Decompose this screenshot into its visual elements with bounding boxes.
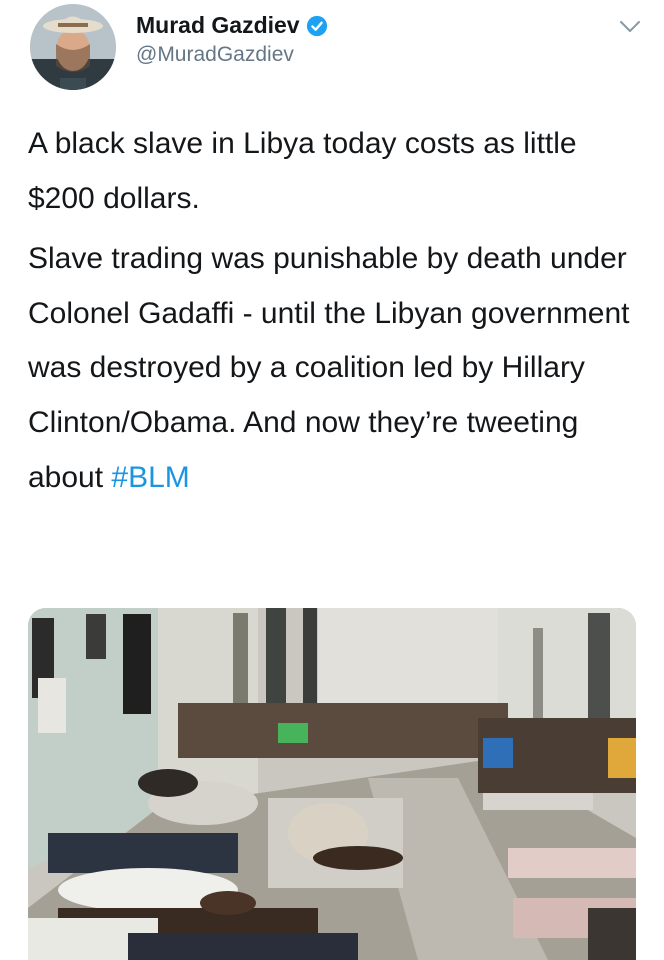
tweet-photo[interactable] [28, 608, 636, 960]
tweet-text: A black slave in Libya today costs as li… [28, 117, 638, 505]
tweet-paragraph-1: A black slave in Libya today costs as li… [28, 127, 577, 215]
author-info: Murad Gazdiev @MuradGazdiev [136, 12, 328, 67]
tweet-header: Murad Gazdiev @MuradGazdiev [24, 0, 644, 100]
hashtag-link[interactable]: #BLM [111, 461, 189, 494]
photo-scene [28, 608, 636, 960]
tweet-paragraph-2-text: Slave trading was punishable by death un… [28, 242, 630, 494]
tweet-paragraph-2: Slave trading was punishable by death un… [28, 232, 638, 505]
display-name-text[interactable]: Murad Gazdiev [136, 12, 300, 39]
chevron-down-icon[interactable] [618, 18, 642, 36]
avatar[interactable] [30, 4, 116, 90]
author-handle[interactable]: @MuradGazdiev [136, 43, 328, 67]
verified-badge-icon [306, 15, 327, 36]
display-name[interactable]: Murad Gazdiev [136, 12, 328, 39]
